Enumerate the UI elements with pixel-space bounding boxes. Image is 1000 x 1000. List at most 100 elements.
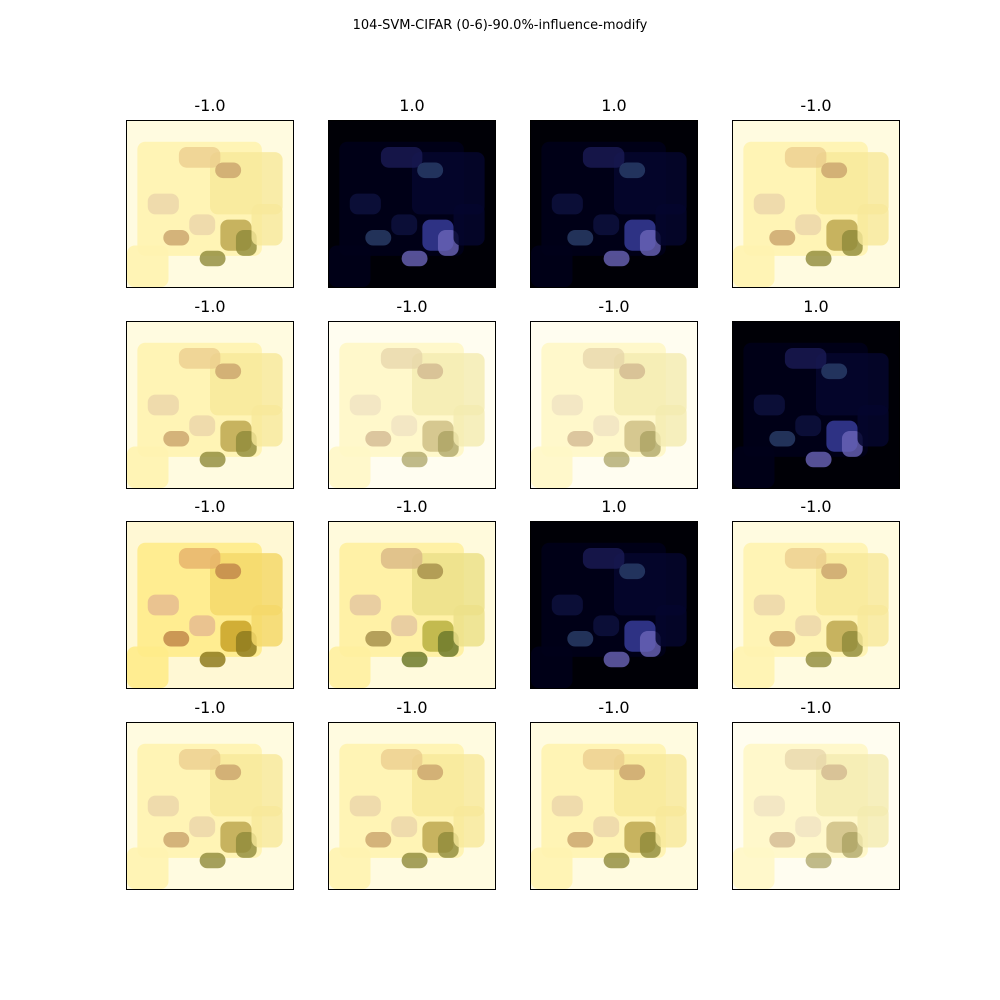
- panel-image-patch: [147, 594, 179, 616]
- panel-image-graphic: [531, 322, 697, 488]
- panel-image-patch: [453, 806, 485, 848]
- panel-image-patch: [365, 229, 392, 246]
- panel-image: [126, 521, 294, 689]
- panel-image-patch: [619, 563, 646, 580]
- panel-image-patch: [365, 430, 392, 447]
- panel-image-patch: [593, 615, 620, 637]
- panel-image-patch: [753, 193, 785, 215]
- panel-image-patch: [417, 764, 444, 781]
- panel-image-graphic: [127, 322, 293, 488]
- panel-image-patch: [349, 795, 381, 817]
- panel-image-patch: [619, 363, 646, 380]
- panel-image-patch: [178, 347, 221, 369]
- panel-image-patch: [391, 214, 418, 236]
- panel-image-patch: [199, 250, 226, 267]
- panel-image-patch: [769, 831, 796, 848]
- panel-image-patch: [251, 405, 283, 447]
- panel-image-patch: [784, 748, 827, 770]
- panel-image-patch: [753, 394, 785, 416]
- panel-image-patch: [582, 547, 625, 569]
- panel-image-patch: [619, 162, 646, 179]
- panel-image-patch: [380, 547, 423, 569]
- panel-image-patch: [821, 764, 848, 781]
- panel-image-patch: [365, 630, 392, 647]
- panel-label: -1.0: [800, 96, 832, 115]
- panel-image-patch: [805, 852, 832, 869]
- panel-image-patch: [603, 852, 630, 869]
- panel-image-patch: [199, 852, 226, 869]
- panel-image-patch: [857, 806, 889, 848]
- panel-image-graphic: [127, 522, 293, 688]
- panel-image-patch: [147, 394, 179, 416]
- panel-image: [328, 722, 496, 890]
- panel-image-patch: [551, 394, 583, 416]
- panel-image-graphic: [531, 522, 697, 688]
- panel-image-patch: [401, 250, 428, 267]
- panel-image-patch: [733, 245, 775, 287]
- panel-label: 1.0: [399, 96, 425, 115]
- panel-image-graphic: [127, 121, 293, 287]
- panel-image-patch: [784, 347, 827, 369]
- panel-image-patch: [593, 415, 620, 437]
- panel-image-patch: [391, 615, 418, 637]
- panel-image-patch: [655, 204, 687, 246]
- panel-image-patch: [733, 646, 775, 688]
- panel-image-patch: [127, 646, 169, 688]
- panel-image-patch: [769, 229, 796, 246]
- panel-image-patch: [189, 214, 216, 236]
- panel-image-patch: [821, 563, 848, 580]
- panel-image-patch: [857, 405, 889, 447]
- panel-image-patch: [582, 748, 625, 770]
- panel-image-patch: [567, 229, 594, 246]
- panel-image-patch: [147, 193, 179, 215]
- panel-image-patch: [189, 816, 216, 838]
- panel-image-patch: [401, 651, 428, 668]
- panel-label: -1.0: [598, 698, 630, 717]
- panel-image-patch: [821, 363, 848, 380]
- panel-label: 1.0: [601, 96, 627, 115]
- panel-image: [126, 120, 294, 288]
- panel-image-graphic: [329, 121, 495, 287]
- panel-image: [732, 521, 900, 689]
- panel-image-patch: [417, 563, 444, 580]
- panel-image-patch: [551, 594, 583, 616]
- panel-image-patch: [551, 193, 583, 215]
- panel-label: -1.0: [194, 698, 226, 717]
- panel-image: [732, 120, 900, 288]
- panel-label: -1.0: [396, 297, 428, 316]
- panel-image-patch: [531, 245, 573, 287]
- panel-image-patch: [189, 415, 216, 437]
- panel-image-patch: [733, 847, 775, 889]
- panel-image-graphic: [531, 723, 697, 889]
- panel-image-patch: [551, 795, 583, 817]
- panel-image-patch: [453, 605, 485, 647]
- panel-image-patch: [417, 363, 444, 380]
- panel-image-patch: [593, 214, 620, 236]
- panel-image-patch: [365, 831, 392, 848]
- panel-image-patch: [593, 816, 620, 838]
- panel-image-graphic: [329, 522, 495, 688]
- panel-image-patch: [199, 651, 226, 668]
- panel-image-patch: [619, 764, 646, 781]
- panel-image-patch: [753, 795, 785, 817]
- panel-image-patch: [531, 446, 573, 488]
- panel-image-patch: [795, 816, 822, 838]
- panel-label: -1.0: [194, 297, 226, 316]
- panel-image-patch: [453, 405, 485, 447]
- panel-image-patch: [127, 847, 169, 889]
- panel-image: [328, 521, 496, 689]
- panel-image-patch: [795, 615, 822, 637]
- panel-image-patch: [189, 615, 216, 637]
- panel-image-patch: [215, 764, 242, 781]
- panel-image-patch: [329, 847, 371, 889]
- panel-image-patch: [567, 430, 594, 447]
- panel-image-patch: [178, 146, 221, 168]
- panel-label: -1.0: [396, 698, 428, 717]
- panel-image-patch: [380, 146, 423, 168]
- panel-image: [732, 321, 900, 489]
- panel-image-graphic: [531, 121, 697, 287]
- panel-image-patch: [199, 451, 226, 468]
- panel-image-patch: [655, 806, 687, 848]
- panel-image-patch: [582, 347, 625, 369]
- panel-image: [126, 722, 294, 890]
